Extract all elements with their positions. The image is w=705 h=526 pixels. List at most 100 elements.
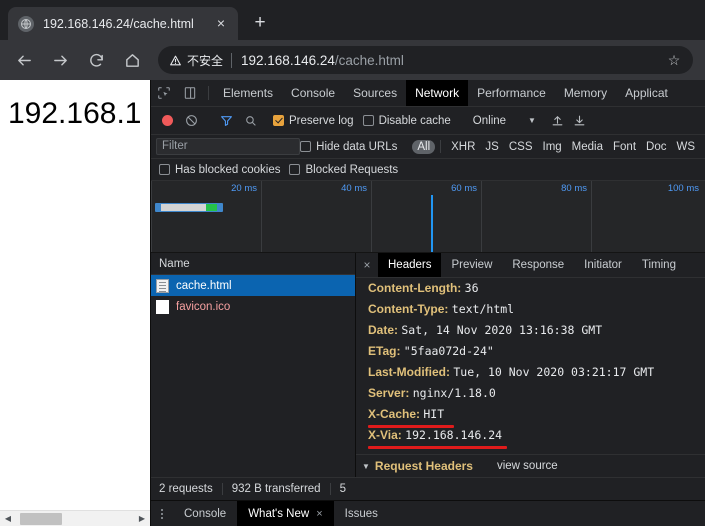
table-row[interactable]: cache.html (151, 275, 355, 296)
export-har-button[interactable] (569, 114, 591, 127)
request-headers-title: Request Headers (374, 459, 473, 473)
request-name: favicon.ico (176, 300, 231, 313)
search-icon (245, 116, 256, 126)
clear-button[interactable] (179, 114, 203, 127)
hide-data-urls-checkbox[interactable]: Hide data URLs (300, 141, 397, 153)
panel-tab-performance[interactable]: Performance (468, 80, 555, 106)
bookmark-star-icon[interactable]: ☆ (663, 52, 685, 69)
new-tab-button[interactable]: + (246, 9, 274, 37)
timeline-tick-100ms: 100 ms (667, 183, 699, 194)
header-key: Content-Type: (368, 302, 449, 316)
scroll-left-arrow-icon[interactable]: ◀ (0, 514, 16, 523)
filter-type-js[interactable]: JS (480, 140, 503, 154)
close-detail-icon[interactable]: × (356, 253, 378, 277)
panel-tab-memory[interactable]: Memory (555, 80, 616, 106)
scroll-right-arrow-icon[interactable]: ▶ (134, 514, 150, 523)
has-blocked-cookies-label: Has blocked cookies (175, 163, 281, 176)
scrollbar-track[interactable] (16, 511, 134, 526)
home-button[interactable] (118, 46, 146, 74)
security-status[interactable]: 不安全 (169, 52, 223, 69)
detail-tab-bar: × Headers Preview Response Initiator Tim… (356, 253, 705, 278)
filter-type-all[interactable]: All (412, 139, 436, 154)
timeline-tick-40ms: 40 ms (341, 183, 367, 194)
header-value: HIT (423, 407, 445, 421)
panel-tab-sources[interactable]: Sources (344, 80, 406, 106)
header-row-content-length: Content-Length: 36 (368, 281, 705, 302)
drawer-tab-issues[interactable]: Issues (334, 501, 389, 526)
filter-type-xhr[interactable]: XHR (446, 140, 480, 154)
checkbox-icon-blocked-requests (289, 164, 301, 175)
close-icon[interactable]: × (316, 508, 322, 520)
back-button[interactable] (10, 46, 38, 74)
header-value: 36 (464, 281, 479, 295)
response-headers-list[interactable]: Content-Length: 36 Content-Type: text/ht… (356, 278, 705, 454)
header-row-server: Server: nginx/1.18.0 (368, 386, 705, 407)
funnel-icon (220, 116, 232, 126)
blocked-requests-checkbox[interactable]: Blocked Requests (289, 164, 398, 176)
chevron-down-icon[interactable]: ▼ (362, 462, 370, 471)
table-row[interactable]: favicon.ico (151, 296, 355, 317)
detail-tab-response[interactable]: Response (502, 253, 574, 277)
filter-type-media[interactable]: Media (567, 140, 608, 154)
bar-segment-download (206, 204, 217, 211)
network-overview-timeline[interactable]: 20 ms 40 ms 60 ms 80 ms 100 ms (151, 181, 705, 253)
header-row-content-type: Content-Type: text/html (368, 302, 705, 323)
filter-type-font[interactable]: Font (608, 140, 641, 154)
timeline-gridline (371, 181, 372, 252)
panel-tab-console[interactable]: Console (282, 80, 344, 106)
checkbox-icon-preserve-log (273, 115, 284, 126)
filter-type-doc[interactable]: Doc (641, 140, 671, 154)
browser-tab[interactable]: 192.168.146.24/cache.html × (8, 7, 238, 40)
detail-tab-preview[interactable]: Preview (441, 253, 502, 277)
horizontal-scrollbar[interactable]: ◀ ▶ (0, 510, 150, 526)
device-toolbar-toggle-icon[interactable] (177, 80, 203, 106)
has-blocked-cookies-checkbox[interactable]: Has blocked cookies (159, 164, 280, 176)
browser-toolbar: 不安全 192.168.146.24/cache.html ☆ (0, 40, 705, 80)
inspect-element-icon[interactable] (151, 80, 177, 106)
header-key: Last-Modified: (368, 365, 450, 379)
close-icon[interactable]: × (212, 15, 230, 33)
disable-cache-label: Disable cache (378, 114, 451, 127)
address-bar[interactable]: 不安全 192.168.146.24/cache.html ☆ (158, 46, 693, 74)
forward-button[interactable] (46, 46, 74, 74)
panel-tab-network[interactable]: Network (406, 80, 469, 106)
drawer-tab-whats-new[interactable]: What's New × (237, 501, 334, 526)
scrollbar-thumb[interactable] (20, 512, 62, 525)
header-row-date: Date: Sat, 14 Nov 2020 13:16:38 GMT (368, 323, 705, 344)
page-viewport[interactable]: 192.168.1 ◀ ▶ (0, 80, 150, 526)
filter-type-img[interactable]: Img (538, 140, 567, 154)
status-transferred: 932 B transferred (231, 483, 321, 495)
request-list-header[interactable]: Name (151, 253, 355, 275)
panel-tab-elements[interactable]: Elements (214, 80, 282, 106)
header-value: 192.168.146.24 (405, 428, 503, 442)
timeline-gridline (591, 181, 592, 252)
header-value: nginx/1.18.0 (412, 386, 496, 400)
view-source-link[interactable]: view source (497, 460, 558, 472)
filter-toggle-button[interactable] (214, 114, 238, 127)
drawer-tab-console[interactable]: Console (173, 501, 237, 526)
drawer-tab-label: What's New (248, 507, 310, 520)
detail-tab-timing[interactable]: Timing (632, 253, 686, 277)
detail-tab-initiator[interactable]: Initiator (574, 253, 632, 277)
panel-tab-application[interactable]: Applicat (616, 80, 677, 106)
reload-button[interactable] (82, 46, 110, 74)
hide-data-urls-label: Hide data URLs (316, 140, 398, 153)
record-button[interactable] (155, 115, 179, 126)
more-vertical-icon[interactable] (151, 501, 173, 526)
filter-input[interactable]: Filter (156, 138, 301, 155)
filter-type-css[interactable]: CSS (504, 140, 538, 154)
timeline-gridline (481, 181, 482, 252)
network-filter-bar: Filter Hide data URLs All XHR JS CSS Img… (151, 135, 705, 159)
filter-type-ws[interactable]: WS (671, 140, 700, 154)
checkbox-icon-has-blocked-cookies (159, 164, 170, 175)
timeline-tick-80ms: 80 ms (561, 183, 587, 194)
browser-window: 192.168.146.24/cache.html × + 不安全 192.16… (0, 0, 705, 526)
request-headers-section[interactable]: ▼ Request Headers view source (356, 454, 705, 477)
throttling-select[interactable]: Online ▼ (473, 115, 536, 127)
disable-cache-checkbox[interactable]: Disable cache (362, 114, 451, 127)
detail-tab-headers[interactable]: Headers (378, 253, 442, 277)
import-har-button[interactable] (547, 114, 569, 127)
preserve-log-checkbox[interactable]: Preserve log (273, 115, 354, 127)
search-button[interactable] (238, 114, 262, 127)
devtools-drawer: Console What's New × Issues (151, 500, 705, 526)
